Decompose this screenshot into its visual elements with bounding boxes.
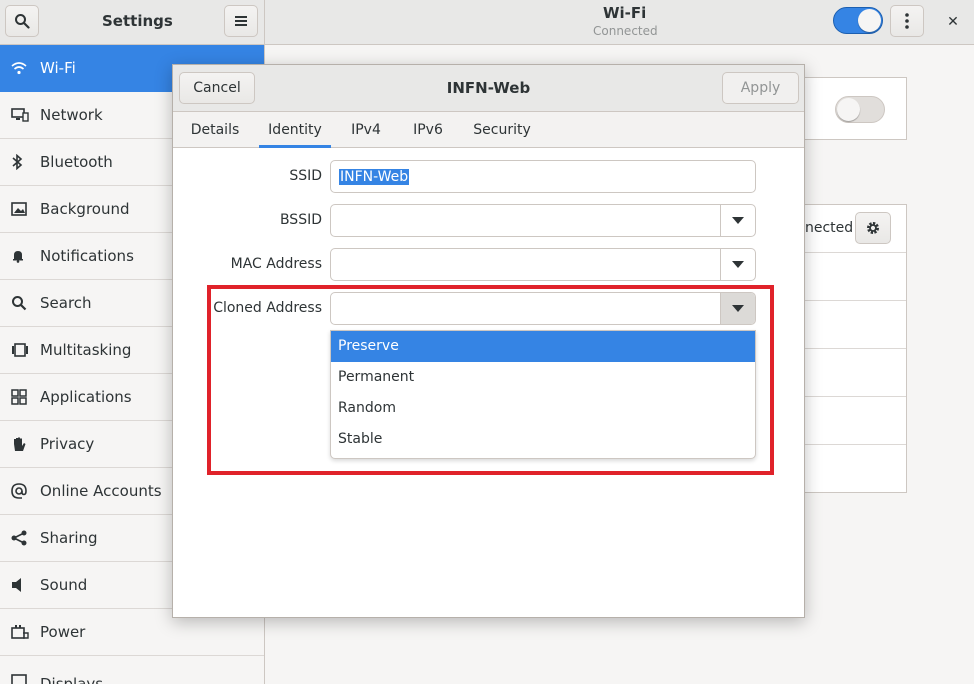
at-icon <box>0 483 40 499</box>
wifi-icon <box>0 61 40 75</box>
hand-icon <box>0 436 40 452</box>
list-row-divider <box>805 348 906 349</box>
close-icon: ✕ <box>947 14 959 30</box>
sidebar-item-displays[interactable]: Displays <box>0 656 264 684</box>
sidebar-item-label: Displays <box>40 675 104 684</box>
tab-security[interactable]: Security <box>469 112 535 148</box>
search-button[interactable] <box>5 5 39 37</box>
dialog-tabs: Details Identity IPv4 IPv6 Security <box>173 112 804 148</box>
search-icon <box>0 295 40 311</box>
sidebar-item-label: Bluetooth <box>40 153 113 171</box>
network-settings-button[interactable] <box>855 212 891 244</box>
sidebar-item-label: Multitasking <box>40 341 132 359</box>
apply-button[interactable]: Apply <box>722 72 799 104</box>
sidebar-item-label: Sharing <box>40 529 98 547</box>
tab-ipv4[interactable]: IPv4 <box>343 112 389 148</box>
sidebar-item-label: Privacy <box>40 435 95 453</box>
annotation-highlight-box <box>207 285 774 475</box>
main-menu-button[interactable] <box>224 5 258 37</box>
sidebar-item-label: Background <box>40 200 130 218</box>
dialog-header: Cancel INFN-Web Apply <box>173 65 804 112</box>
speaker-icon <box>0 577 40 593</box>
hamburger-menu-icon <box>235 16 247 26</box>
sidebar-item-label: Notifications <box>40 247 134 265</box>
settings-title: Settings <box>102 12 173 30</box>
toggle-knob <box>837 98 860 121</box>
wifi-toggle[interactable] <box>833 7 883 34</box>
tab-details[interactable]: Details <box>183 112 247 148</box>
list-row-divider <box>805 252 906 253</box>
search-icon <box>15 14 30 29</box>
bssid-label: BSSID <box>279 212 322 228</box>
mac-address-label: MAC Address <box>230 256 322 272</box>
airplane-mode-toggle[interactable] <box>835 96 885 123</box>
power-icon <box>0 624 40 640</box>
close-window-button[interactable]: ✕ <box>938 8 968 36</box>
bell-icon <box>0 249 40 263</box>
chevron-down-icon <box>732 217 744 224</box>
sidebar-item-label: Network <box>40 106 103 124</box>
kebab-menu-icon <box>905 13 909 29</box>
multitasking-icon <box>0 343 40 357</box>
share-icon <box>0 530 40 546</box>
gear-icon <box>867 222 879 234</box>
list-row-divider <box>805 444 906 445</box>
mac-address-combo[interactable] <box>330 248 756 281</box>
tab-identity[interactable]: Identity <box>259 112 331 148</box>
applications-icon <box>0 389 40 405</box>
wifi-menu-button[interactable] <box>890 5 924 37</box>
panel-title: Wi-Fi <box>603 4 647 22</box>
toggle-knob <box>858 9 881 32</box>
network-icon <box>0 108 40 122</box>
ssid-input[interactable]: INFN-Web <box>330 160 756 193</box>
sidebar-item-label: Applications <box>40 388 132 406</box>
bssid-dropdown-button[interactable] <box>720 205 755 236</box>
sidebar-item-label: Wi-Fi <box>40 59 76 77</box>
bluetooth-icon <box>0 154 40 170</box>
sidebar-item-label: Sound <box>40 576 88 594</box>
ssid-label: SSID <box>289 168 322 184</box>
tab-ipv6[interactable]: IPv6 <box>405 112 451 148</box>
sidebar-item-label: Search <box>40 294 92 312</box>
header-bar: Settings Wi-Fi Connected ✕ <box>0 0 974 45</box>
connected-status-text: nected <box>805 220 854 236</box>
bssid-combo[interactable] <box>330 204 756 237</box>
settings-header: Settings <box>0 0 265 44</box>
list-row-divider <box>805 300 906 301</box>
background-icon <box>0 202 40 216</box>
ssid-value: INFN-Web <box>339 168 410 185</box>
sidebar-item-label: Online Accounts <box>40 482 162 500</box>
sidebar-item-label: Power <box>40 623 86 641</box>
panel-subtitle: Connected <box>593 24 658 38</box>
mac-address-dropdown-button[interactable] <box>720 249 755 280</box>
chevron-down-icon <box>732 261 744 268</box>
display-icon <box>0 674 40 684</box>
list-row-divider <box>805 396 906 397</box>
dialog-title: INFN-Web <box>446 79 531 97</box>
